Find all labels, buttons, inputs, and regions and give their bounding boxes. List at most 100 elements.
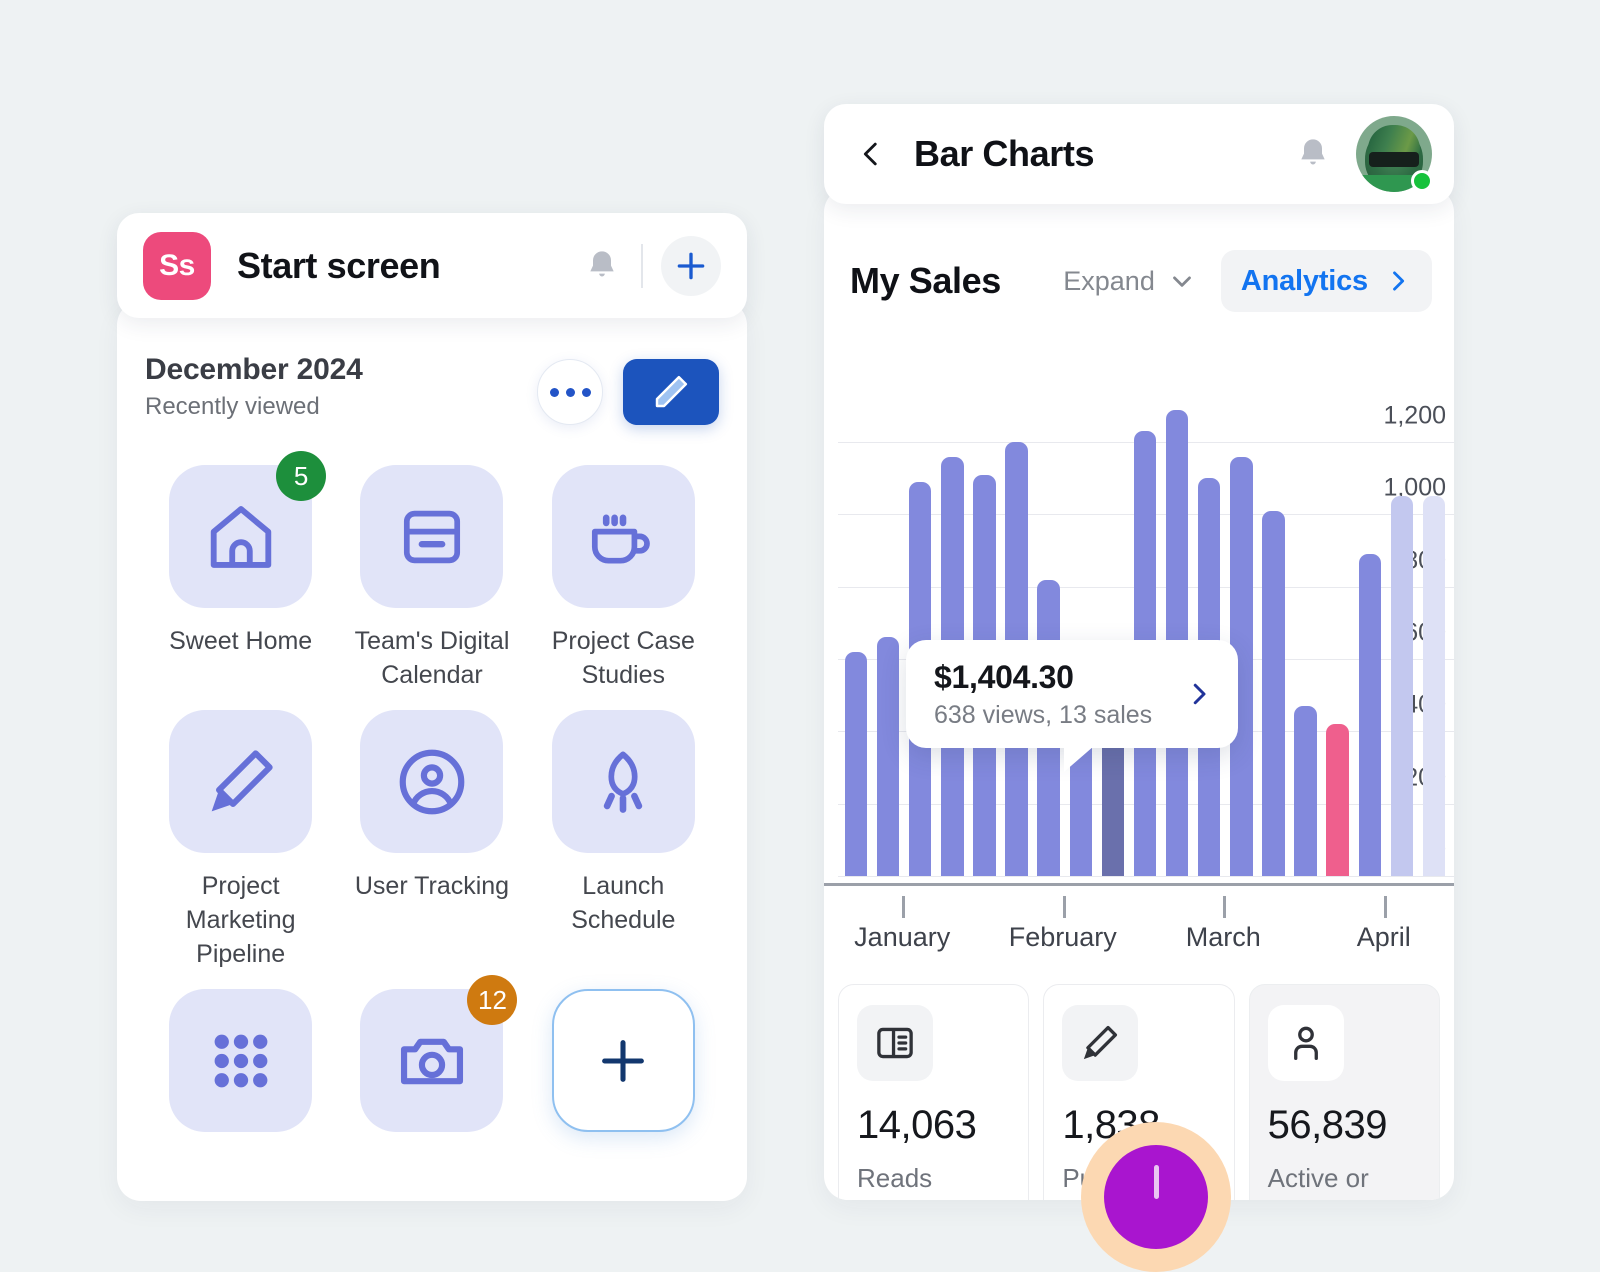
avatar-wrap[interactable]	[1356, 116, 1433, 192]
analytics-button[interactable]: Analytics	[1220, 250, 1432, 312]
app-item-add-new[interactable]	[528, 989, 719, 1148]
coffee-cup-icon	[592, 514, 651, 564]
start-screen-header: Ss Start screen	[117, 213, 747, 318]
rocket-icon	[604, 751, 643, 813]
stat-card-reads[interactable]: 14,063 Reads	[838, 984, 1030, 1200]
clock-icon	[1153, 1165, 1159, 1199]
sales-header-row: My Sales Expand Analytics	[824, 188, 1454, 312]
more-dots-icon	[565, 387, 575, 397]
tooltip-detail: 638 views, 13 sales	[934, 700, 1153, 729]
more-dots-icon	[549, 387, 559, 397]
app-item-launch-schedule[interactable]: Launch Schedule	[528, 710, 719, 971]
stat-label: Active or tapped	[1267, 1163, 1369, 1200]
floating-action-button[interactable]	[1104, 1145, 1208, 1249]
pencil-icon	[655, 375, 688, 408]
x-axis-tick-label: April	[1356, 922, 1411, 952]
notifications-button[interactable]	[581, 243, 623, 289]
chart-bar[interactable]	[1390, 496, 1414, 876]
stat-icon-wrap	[857, 1005, 933, 1081]
app-item-case-studies[interactable]: Project Case Studies	[528, 465, 719, 692]
chevron-right-icon	[1193, 683, 1206, 705]
app-item-team-calendar[interactable]: Team's Digital Calendar	[336, 465, 527, 692]
chevron-down-icon	[1172, 276, 1191, 287]
tooltip-amount: $1,404.30	[934, 658, 1074, 695]
stat-card-active-tapped[interactable]: 56,839 Active or tapped	[1248, 984, 1440, 1200]
x-axis-tick	[902, 896, 906, 918]
app-logo: Ss	[143, 231, 211, 300]
chart-gridline	[838, 876, 1454, 877]
app-tile[interactable]	[360, 465, 504, 608]
app-tile[interactable]	[551, 710, 695, 853]
x-axis-tick-label: January	[854, 922, 951, 952]
page-title: Start screen	[237, 244, 441, 286]
start-screen-body: December 2024 Recently viewed 5 Sweet Ho…	[117, 301, 747, 1201]
expand-label: Expand	[1063, 265, 1155, 296]
back-button[interactable]	[854, 137, 888, 171]
chart-bar[interactable]	[844, 651, 868, 876]
pencil-icon	[211, 749, 273, 811]
tooltip-text-block: $1,404.30 638 views, 13 sales	[934, 659, 1152, 730]
plus-icon	[602, 1039, 645, 1082]
expand-dropdown[interactable]: Expand	[1063, 266, 1205, 297]
bell-icon	[1301, 139, 1325, 165]
month-label: December 2024	[145, 353, 363, 386]
stat-icon-wrap	[1267, 1005, 1344, 1081]
chart-bar[interactable]	[1294, 706, 1317, 876]
bar-charts-header: Bar Charts	[824, 104, 1454, 204]
tooltip-chevron-button[interactable]	[1184, 679, 1214, 709]
camera-icon	[400, 1038, 464, 1084]
app-tile[interactable]: 12	[360, 975, 518, 1132]
more-options-button[interactable]	[537, 359, 603, 425]
chart-bar[interactable]	[1262, 510, 1285, 876]
x-axis-tick	[1062, 896, 1066, 918]
app-badge: 5	[276, 451, 327, 501]
app-tile[interactable]	[551, 465, 695, 608]
person-icon	[1293, 1026, 1318, 1061]
add-button[interactable]	[661, 235, 721, 296]
chart-tooltip[interactable]: $1,404.30 638 views, 13 sales	[906, 640, 1238, 772]
more-dots-icon	[581, 387, 591, 397]
pencil-icon	[1084, 1025, 1118, 1060]
app-label: Launch Schedule	[571, 872, 676, 934]
start-screen-panel: December 2024 Recently viewed 5 Sweet Ho…	[117, 213, 747, 1203]
calendar-icon	[403, 510, 461, 563]
chevron-right-icon	[1393, 271, 1405, 291]
chart-x-axis: January February March April	[824, 896, 1454, 976]
grid-dots-icon	[214, 1034, 268, 1087]
app-item-camera[interactable]: 12	[336, 975, 527, 1148]
chart-bar[interactable]	[1422, 496, 1446, 876]
app-item-user-tracking[interactable]: User Tracking	[336, 710, 527, 971]
app-tile[interactable]	[169, 710, 313, 853]
add-app-tile[interactable]	[551, 989, 695, 1132]
app-item-all-apps[interactable]	[145, 989, 336, 1148]
app-item-marketing-pipeline[interactable]: Project Marketing Pipeline	[145, 710, 336, 971]
stat-icon-wrap	[1062, 1005, 1139, 1081]
plus-icon	[677, 252, 705, 279]
chart-bar[interactable]	[1326, 724, 1349, 876]
edit-button[interactable]	[623, 359, 719, 425]
app-tile[interactable]	[360, 710, 504, 853]
x-axis-tick-label: March	[1185, 922, 1261, 952]
user-circle-icon	[399, 749, 465, 814]
stat-value: 56,839	[1267, 1103, 1388, 1147]
x-axis-line	[824, 883, 1454, 886]
month-actions	[537, 353, 719, 425]
notifications-button[interactable]	[1292, 131, 1334, 177]
chart-bar[interactable]	[1358, 554, 1381, 876]
app-label: Project Case Studies	[551, 627, 695, 689]
app-badge: 12	[467, 975, 518, 1025]
stat-label: Reads	[857, 1163, 933, 1193]
app-label: Team's Digital Calendar	[354, 627, 510, 689]
header-divider	[641, 243, 643, 288]
x-axis-tick-label: February	[1008, 922, 1117, 952]
month-header-row: December 2024 Recently viewed	[145, 353, 719, 425]
app-item-sweet-home[interactable]: 5 Sweet Home	[145, 451, 336, 692]
app-tile[interactable]: 5	[169, 451, 327, 608]
chart-bar[interactable]	[876, 637, 900, 876]
chevron-left-icon	[863, 142, 877, 166]
app-label: User Tracking	[354, 872, 510, 900]
layout-columns-icon	[877, 1027, 913, 1059]
recently-viewed-label: Recently viewed	[145, 393, 320, 420]
app-tile[interactable]	[169, 989, 313, 1132]
app-label: Project Marketing Pipeline	[185, 872, 296, 968]
